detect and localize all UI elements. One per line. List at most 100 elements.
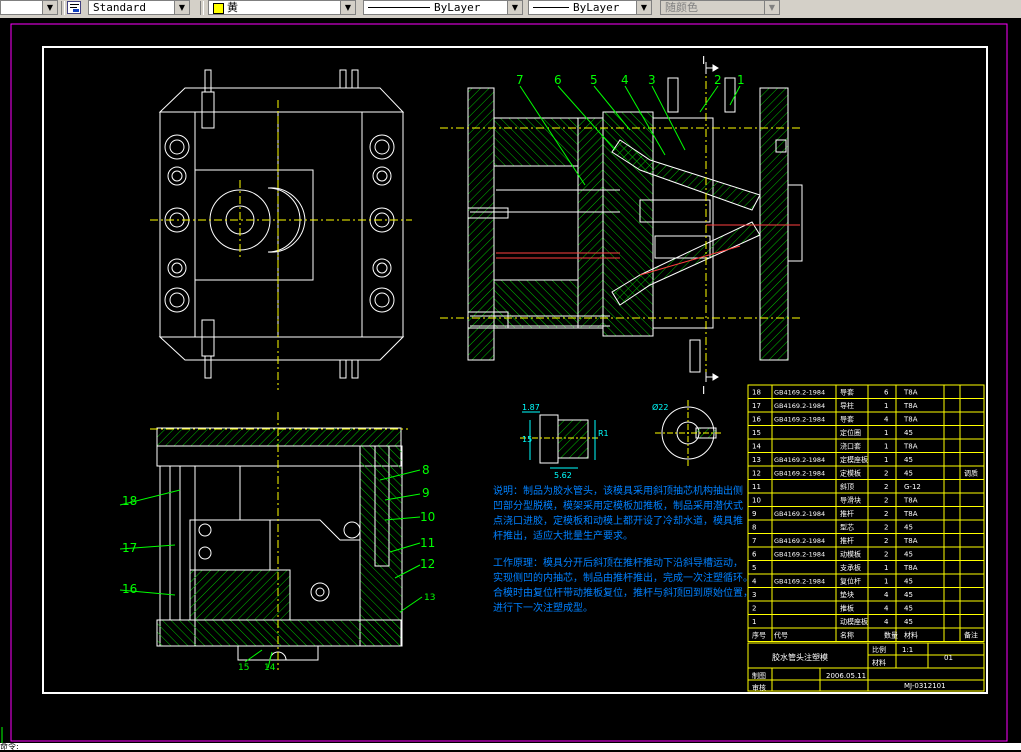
bom-cell-no: 12 [752, 470, 761, 478]
label-part-11: 11 [420, 536, 435, 550]
bom-cell-qty: 2 [884, 497, 888, 505]
bom-cell-code: GB4169.2-1984 [774, 510, 825, 518]
dim-4: R1 [598, 429, 609, 438]
bom-cell-mat: T8A [903, 537, 918, 545]
bom-header-qty: 数量 [884, 631, 898, 640]
bom-header-note: 备注 [964, 631, 978, 640]
top-view-centerlines [150, 100, 412, 390]
bom-cell-name: 导柱 [840, 401, 854, 410]
bom-cell-mat: 45 [904, 618, 913, 626]
toolbar-separator [200, 1, 204, 15]
label-part-16: 16 [122, 582, 137, 596]
chevron-down-icon[interactable]: ▼ [42, 1, 57, 14]
bom-cell-qty: 1 [884, 429, 888, 437]
chevron-down-icon[interactable]: ▼ [636, 1, 651, 14]
bom-cell-name: 推杆 [840, 536, 854, 545]
bom-cell-qty: 2 [884, 551, 888, 559]
bom-cell-name: 定模板 [840, 469, 861, 478]
bom-cell-note: 调质 [964, 469, 978, 478]
main-section-view [467, 77, 803, 373]
bom-cell-name: 导套 [840, 388, 854, 397]
bom-cell-name: 型芯 [840, 523, 854, 532]
drawing-date: 2006.05.11 [826, 672, 866, 680]
drawing-canvas[interactable]: I I 7 6 5 4 3 2 1 18 17 16 8 9 10 11 12 … [0, 18, 1021, 745]
chevron-down-icon[interactable]: ▼ [340, 1, 355, 14]
color-value: 黄 [227, 1, 238, 14]
label-part-14: 14 [264, 663, 276, 673]
bom-cell-mat: T8A [903, 402, 918, 410]
side-section-view [156, 427, 403, 661]
bom-cell-qty: 2 [884, 483, 888, 491]
bom-cell-name: 推杆 [840, 509, 854, 518]
bom-cell-qty: 1 [884, 564, 888, 572]
note-line-3: 点浇口进胶，定模板和动模上都开设了冷却水道，模具推 [493, 514, 743, 527]
bom-cell-mat: 45 [904, 605, 913, 613]
bom-cell-no: 9 [752, 510, 756, 518]
bom-cell-no: 14 [752, 443, 761, 451]
top-view [158, 69, 405, 379]
material-label: 材料 [872, 658, 886, 667]
label-part-17: 17 [122, 541, 137, 555]
bom-cell-mat: T8A [903, 389, 918, 397]
bom-cell-qty: 2 [884, 510, 888, 518]
bom-header-no: 序号 [752, 631, 766, 640]
color-swatch-icon [213, 3, 224, 14]
bom-cell-name: 定位圈 [840, 428, 861, 437]
label-part-13: 13 [424, 593, 435, 603]
checker-label: 审核 [752, 683, 766, 692]
drawing-title: 胶水管头注塑模 [772, 652, 828, 662]
lineweight-select[interactable]: ByLayer ▼ [528, 0, 652, 15]
chevron-down-icon[interactable]: ▼ [507, 1, 522, 14]
bom-cell-name: 导滑块 [840, 496, 861, 505]
bom-cell-qty: 4 [884, 591, 889, 599]
scale-value: 1:1 [902, 646, 913, 654]
bom-cell-qty: 1 [884, 443, 888, 451]
bom-cell-code: GB4169.2-1984 [774, 551, 825, 559]
plot-style-select[interactable]: 随颜色 ▼ [660, 0, 780, 15]
title-block [747, 642, 985, 692]
label-part-9: 9 [422, 486, 430, 500]
cad-drawing: I I 7 6 5 4 3 2 1 18 17 16 8 9 10 11 12 … [1, 23, 1008, 745]
text-style-icon[interactable] [67, 1, 81, 14]
dim-1: 1.87 [522, 403, 540, 412]
note-line-5: 工作原理：模具分开后斜顶在推杆推动下沿斜导槽运动， [493, 556, 743, 569]
chevron-down-icon[interactable]: ▼ [174, 1, 189, 14]
bom-cell-qty: 4 [884, 618, 889, 626]
lineweight-value: ByLayer [573, 1, 620, 14]
note-line-7: 合模时由复位杆带动推板复位，推杆与斜顶回到原始位置， [493, 586, 753, 599]
bom-cell-no: 11 [752, 483, 761, 491]
bom-cell-qty: 4 [884, 416, 889, 424]
note-line-8: 进行下一次注塑成型。 [493, 601, 593, 614]
chevron-down-icon[interactable]: ▼ [764, 1, 779, 14]
label-part-6: 6 [554, 73, 562, 87]
label-part-8: 8 [422, 463, 430, 477]
linetype-value: ByLayer [434, 1, 481, 14]
bom-cell-no: 17 [752, 402, 761, 410]
bom-cell-code: GB4169.2-1984 [774, 389, 825, 397]
drawing-number: MJ-0312101 [904, 682, 946, 690]
dim-5: Ø22 [652, 402, 668, 412]
command-prompt: 命令: [0, 742, 19, 751]
layer-combo-tail[interactable]: ▼ [0, 0, 58, 15]
bom-cell-mat: 45 [904, 470, 913, 478]
note-line-1: 说明：制品为胶水管头，该模具采用斜顶抽芯机构抽出侧 [493, 484, 743, 497]
bom-cell-no: 2 [752, 605, 756, 613]
bom-cell-name: 推板 [840, 604, 854, 613]
plot-style-value: 随颜色 [665, 1, 698, 14]
bom-cell-no: 5 [752, 564, 756, 572]
sheet-number: 01 [944, 654, 953, 662]
label-part-15: 15 [238, 663, 249, 673]
text-style-select[interactable]: Standard ▼ [88, 0, 190, 15]
bom-cell-code: GB4169.2-1984 [774, 456, 825, 464]
bom-cell-mat: T8A [903, 416, 918, 424]
bom-cell-qty: 1 [884, 402, 888, 410]
bom-cell-mat: G-12 [904, 483, 921, 491]
color-select[interactable]: 黄 ▼ [208, 0, 356, 15]
bom-cell-no: 8 [752, 524, 756, 532]
command-line[interactable]: 命令: [0, 742, 1021, 751]
bom-cell-no: 4 [752, 578, 757, 586]
bom-cell-mat: 45 [904, 551, 913, 559]
bom-cell-name: 复位杆 [840, 577, 861, 586]
bom-cell-code: GB4169.2-1984 [774, 470, 825, 478]
linetype-select[interactable]: ByLayer ▼ [363, 0, 523, 15]
